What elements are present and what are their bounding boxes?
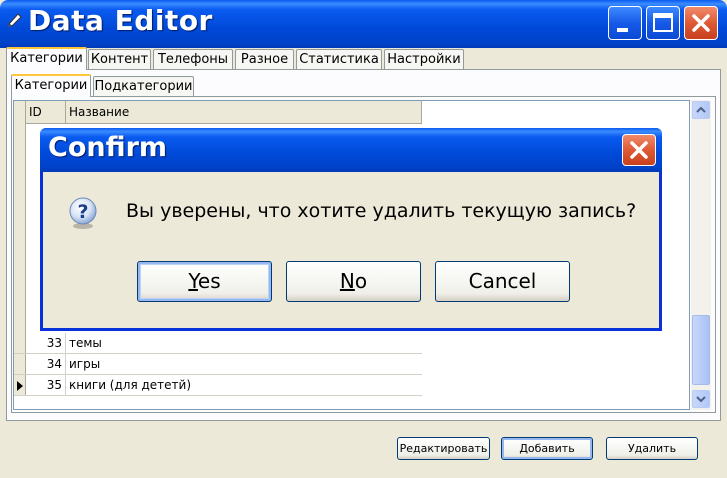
tab-statistics[interactable]: Статистика — [296, 49, 382, 69]
tab-settings[interactable]: Настройки — [384, 49, 464, 69]
main-window: Data Editor Категории Контент Телефоны Р… — [0, 0, 727, 478]
cell-name[interactable]: книги (для дететй) — [66, 375, 422, 395]
no-label-rest: o — [354, 269, 368, 293]
delete-button[interactable]: Удалить — [606, 437, 698, 460]
table-row[interactable]: 35 книги (для дететй) — [14, 375, 422, 396]
add-button[interactable]: Добавить — [501, 437, 593, 460]
tab-phones[interactable]: Телефоны — [153, 49, 233, 69]
cell-name[interactable]: темы — [66, 333, 422, 353]
dialog-title: Confirm — [48, 132, 168, 163]
minimize-button[interactable] — [608, 6, 642, 40]
svg-text:?: ? — [77, 201, 88, 223]
question-icon: ? — [69, 197, 97, 229]
chevron-up-icon — [696, 106, 706, 113]
current-row-pointer-icon — [17, 381, 23, 391]
yes-button[interactable]: Yes — [137, 261, 272, 302]
row-indicator-header — [14, 101, 26, 123]
edit-button[interactable]: Редактировать — [397, 437, 490, 460]
cell-id[interactable]: 34 — [26, 354, 66, 374]
app-pencil-icon — [8, 13, 22, 27]
cell-id[interactable]: 33 — [26, 333, 66, 353]
dialog-message: Вы уверены, что хотите удалить текущую з… — [126, 200, 637, 222]
maximize-icon — [653, 13, 673, 32]
tab-misc[interactable]: Разное — [235, 49, 294, 69]
close-icon — [692, 14, 710, 32]
subtab-subcategories[interactable]: Подкатегории — [93, 76, 194, 96]
cell-name[interactable]: игры — [66, 354, 422, 374]
confirm-dialog: Confirm ? Вы уверены, что хотите удалить… — [40, 128, 662, 331]
scroll-up-button[interactable] — [692, 101, 710, 119]
close-button[interactable] — [684, 6, 718, 40]
window-title: Data Editor — [28, 4, 213, 37]
yes-mnemonic: Y — [188, 269, 198, 293]
scroll-down-button[interactable] — [692, 390, 710, 408]
column-header-name[interactable]: Название — [66, 101, 422, 123]
scroll-thumb[interactable] — [692, 315, 710, 385]
chevron-down-icon — [696, 396, 706, 403]
close-icon — [630, 141, 648, 159]
maximize-button[interactable] — [646, 6, 680, 40]
table-row[interactable]: 33 темы — [14, 333, 422, 354]
cell-id[interactable]: 35 — [26, 375, 66, 395]
title-bar[interactable]: Data Editor — [0, 0, 727, 48]
vertical-scrollbar[interactable] — [691, 100, 711, 410]
no-button[interactable]: No — [286, 261, 421, 302]
minimize-icon — [617, 28, 628, 32]
no-mnemonic: N — [339, 269, 355, 293]
table-row[interactable]: 34 игры — [14, 354, 422, 375]
grid-header: ID Название — [14, 101, 422, 124]
column-header-id[interactable]: ID — [26, 101, 66, 123]
dialog-title-bar[interactable]: Confirm — [40, 128, 662, 172]
tab-content[interactable]: Контент — [88, 49, 151, 69]
subtab-categories[interactable]: Категории — [11, 74, 91, 97]
yes-label-rest: es — [197, 269, 221, 293]
cancel-button[interactable]: Cancel — [435, 261, 570, 302]
tab-categories[interactable]: Категории — [6, 47, 87, 70]
dialog-close-button[interactable] — [622, 134, 656, 166]
